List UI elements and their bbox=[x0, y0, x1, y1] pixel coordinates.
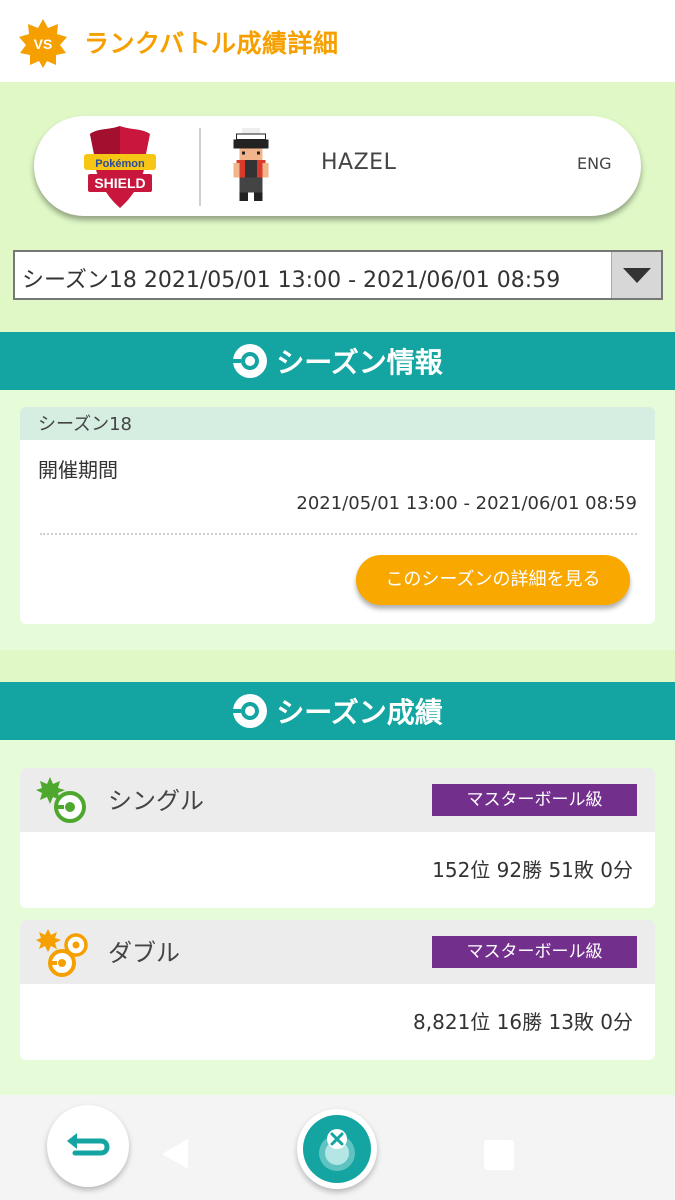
trainer-area: Pokémon SHIELD HAZEL ENG シーズン18 2021/05/… bbox=[0, 82, 675, 332]
season-info-header: シーズン情報 bbox=[0, 332, 675, 390]
system-back-icon[interactable] bbox=[160, 1137, 190, 1171]
double-result-card: ダブル マスターボール級 8,821位 16勝 13敗 0分 bbox=[20, 920, 655, 1060]
pokemon-shield-logo: Pokémon SHIELD bbox=[84, 126, 156, 208]
season-select[interactable]: シーズン18 2021/05/01 13:00 - 2021/06/01 08:… bbox=[13, 250, 663, 300]
system-recents-icon[interactable] bbox=[484, 1140, 514, 1170]
single-battle-name: シングル bbox=[108, 787, 204, 815]
pokeball-icon bbox=[233, 344, 268, 378]
trainer-name: HAZEL bbox=[321, 150, 397, 175]
single-rank-badge: マスターボール級 bbox=[432, 784, 637, 816]
double-battle-icon bbox=[36, 929, 88, 977]
season-results-area: シングル マスターボール級 152位 92勝 51敗 0分 ダブル マスターボー… bbox=[0, 740, 675, 1095]
pokeball-icon bbox=[233, 694, 268, 728]
season-name: シーズン18 bbox=[20, 407, 655, 440]
home-button[interactable] bbox=[297, 1109, 377, 1189]
double-rank-badge: マスターボール級 bbox=[432, 936, 637, 968]
section-title: シーズン成績 bbox=[276, 696, 443, 729]
season-results-header: シーズン成績 bbox=[0, 682, 675, 740]
svg-text:Pokémon: Pokémon bbox=[95, 158, 145, 170]
svg-text:SHIELD: SHIELD bbox=[94, 175, 145, 191]
single-battle-icon bbox=[36, 777, 86, 823]
double-battle-name: ダブル bbox=[108, 939, 180, 967]
single-result: 152位 92勝 51敗 0分 bbox=[432, 858, 633, 882]
trainer-sprite bbox=[233, 128, 269, 202]
double-result: 8,821位 16勝 13敗 0分 bbox=[413, 1010, 633, 1034]
single-result-card: シングル マスターボール級 152位 92勝 51敗 0分 bbox=[20, 768, 655, 908]
app-header: VS ランクバトル成績詳細 bbox=[0, 0, 675, 82]
section-title: シーズン情報 bbox=[276, 346, 443, 379]
card-divider bbox=[199, 128, 201, 206]
period-value: 2021/05/01 13:00 - 2021/06/01 08:59 bbox=[296, 493, 637, 514]
svg-text:VS: VS bbox=[34, 36, 53, 52]
result-card-header: ダブル マスターボール級 bbox=[20, 920, 655, 984]
period-label: 開催期間 bbox=[38, 458, 118, 482]
spacer bbox=[0, 650, 675, 682]
bottom-nav bbox=[0, 1095, 675, 1200]
chevron-down-icon[interactable] bbox=[611, 252, 661, 298]
language-code: ENG bbox=[577, 154, 612, 173]
divider bbox=[40, 533, 637, 535]
season-info-area: シーズン18 開催期間 2021/05/01 13:00 - 2021/06/0… bbox=[0, 390, 675, 650]
season-select-value: シーズン18 2021/05/01 13:00 - 2021/06/01 08:… bbox=[22, 268, 561, 293]
trainer-card: Pokémon SHIELD HAZEL ENG bbox=[34, 116, 641, 216]
back-icon bbox=[67, 1133, 110, 1156]
result-card-header: シングル マスターボール級 bbox=[20, 768, 655, 832]
season-detail-button[interactable]: このシーズンの詳細を見る bbox=[356, 555, 630, 605]
page-title: ランクバトル成績詳細 bbox=[84, 29, 339, 58]
vs-badge-icon: VS bbox=[19, 19, 67, 68]
season-info-card: シーズン18 開催期間 2021/05/01 13:00 - 2021/06/0… bbox=[20, 407, 655, 624]
home-icon bbox=[303, 1115, 371, 1183]
back-button[interactable] bbox=[47, 1105, 129, 1187]
